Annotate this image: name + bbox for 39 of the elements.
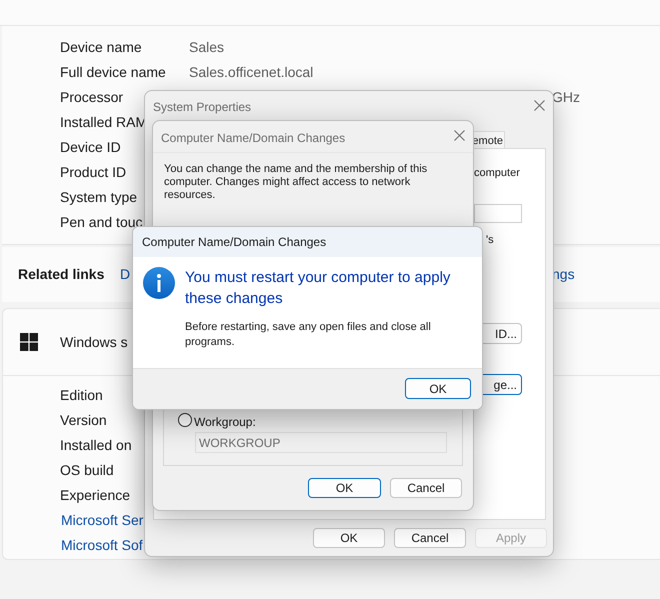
dialog-button[interactable]: Cancel (394, 528, 466, 548)
message-text: Before restarting, save any open files and close all programs. (185, 320, 432, 350)
spec-label: Product ID (60, 163, 126, 182)
dialog-button[interactable]: OK (405, 378, 471, 399)
message-heading: You must restart your computer to apply these changes (185, 268, 452, 309)
dialog-button[interactable]: Cancel (390, 478, 462, 498)
spec-label: Device ID (60, 138, 121, 157)
dialog-button[interactable]: OK (313, 528, 385, 548)
spec-label: System type (60, 188, 138, 207)
spec-value: Sales (189, 38, 224, 57)
spec-label: Installed on (60, 436, 132, 455)
description-text: You can change the name and the membership of this computer. Changes might affect access to network resources. (164, 163, 428, 202)
window-title: Computer Name/Domain Changes (142, 234, 326, 251)
spec-label: Experience (60, 486, 130, 505)
description-text: computer (474, 166, 520, 181)
spec-value: GHz (552, 88, 580, 107)
related-link[interactable]: D (120, 264, 130, 285)
spec-label: OS build (60, 461, 114, 480)
terms-link[interactable]: Microsoft Ser (61, 510, 144, 531)
spec-label: Full device name (60, 63, 166, 82)
input-field[interactable] (474, 204, 522, 223)
close-icon[interactable] (454, 130, 465, 141)
spec-label: Pen and touc (60, 213, 143, 232)
radio-label: Workgroup: (194, 414, 256, 431)
close-icon[interactable] (534, 100, 545, 111)
description-text: 's (486, 233, 494, 248)
spec-value: Sales.officenet.local (189, 63, 314, 82)
related-links-label: Related links (18, 265, 104, 284)
info-icon (143, 267, 175, 299)
terms-link[interactable]: Microsoft Sof (61, 535, 143, 556)
spec-label: Device name (60, 38, 142, 57)
windows-logo-icon (20, 333, 38, 351)
dialog-button[interactable]: OK (308, 478, 381, 498)
window-title: Computer Name/Domain Changes (161, 130, 346, 147)
window-title: System Properties (153, 99, 252, 116)
spec-label: Processor (60, 88, 124, 107)
section-title: Windows s (60, 332, 128, 352)
spec-label: Edition (60, 386, 103, 405)
spec-label: Version (60, 411, 107, 430)
